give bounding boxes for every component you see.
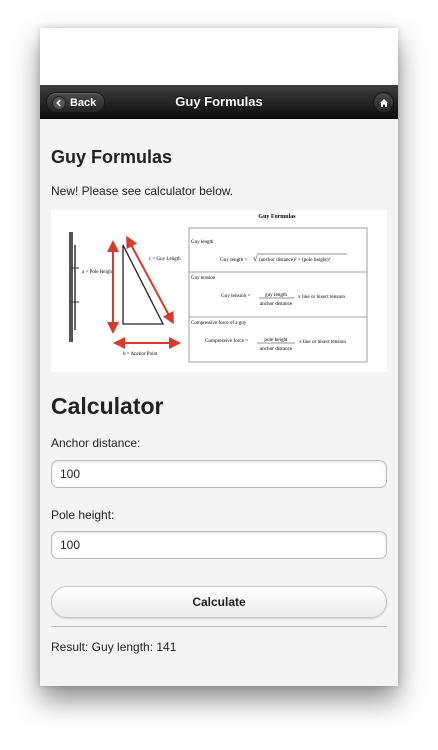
calculator-title: Calculator [51,393,164,419]
section-heading-compressive: Compressive force of a guy [191,321,247,326]
length-formula: (anchor distance)² + (pole height)² [259,256,331,263]
compressive-lhs: Compressive force = [205,337,248,344]
pole-height-input[interactable] [51,531,387,559]
compressive-suffix: x line or bisect tension [299,339,346,345]
header-bar: Back Guy Formulas [40,85,398,119]
app-window: Back Guy Formulas Guy Formulas New! Plea… [40,28,398,686]
header-title: Guy Formulas [175,94,263,109]
intro-text: New! Please see calculator below. [51,184,234,198]
result-text: Result: Guy length: 141 [51,640,177,654]
home-icon [379,98,388,107]
anchor-distance-input[interactable] [51,460,387,488]
figure-title: Guy Formulas [258,214,296,220]
guy-formulas-figure: a = Pole Height c = Guy Length b = Ancho… [51,210,387,372]
divider [51,626,387,627]
pole-height-label: Pole height: [51,508,115,522]
status-area [40,28,398,85]
page-title: Guy Formulas [51,147,173,167]
home-button[interactable] [373,92,394,113]
tension-lhs: Guy tension = [221,293,251,299]
pole-label: a = Pole Height [82,270,114,275]
compressive-numerator: pole height [264,337,288,343]
section-heading-length: Guy length [191,240,214,245]
anchor-distance-label: Anchor distance: [51,436,141,450]
tension-denominator: anchor distance [260,301,293,307]
tension-suffix: x line or bisect tension [298,294,345,300]
sqrt-sign: √ [253,254,258,263]
compressive-denominator: anchor distance [260,346,293,352]
tension-numerator: guy length [265,292,287,298]
pole-shape [69,232,73,342]
section-heading-tension: Guy tension [191,276,216,281]
guy-label: c = Guy Length [149,257,181,262]
length-lhs: Guy length = [220,257,247,263]
calculate-button[interactable]: Calculate [51,586,387,618]
anchor-label: b = Anchor Point [123,352,158,357]
guy-arrow [126,235,174,325]
